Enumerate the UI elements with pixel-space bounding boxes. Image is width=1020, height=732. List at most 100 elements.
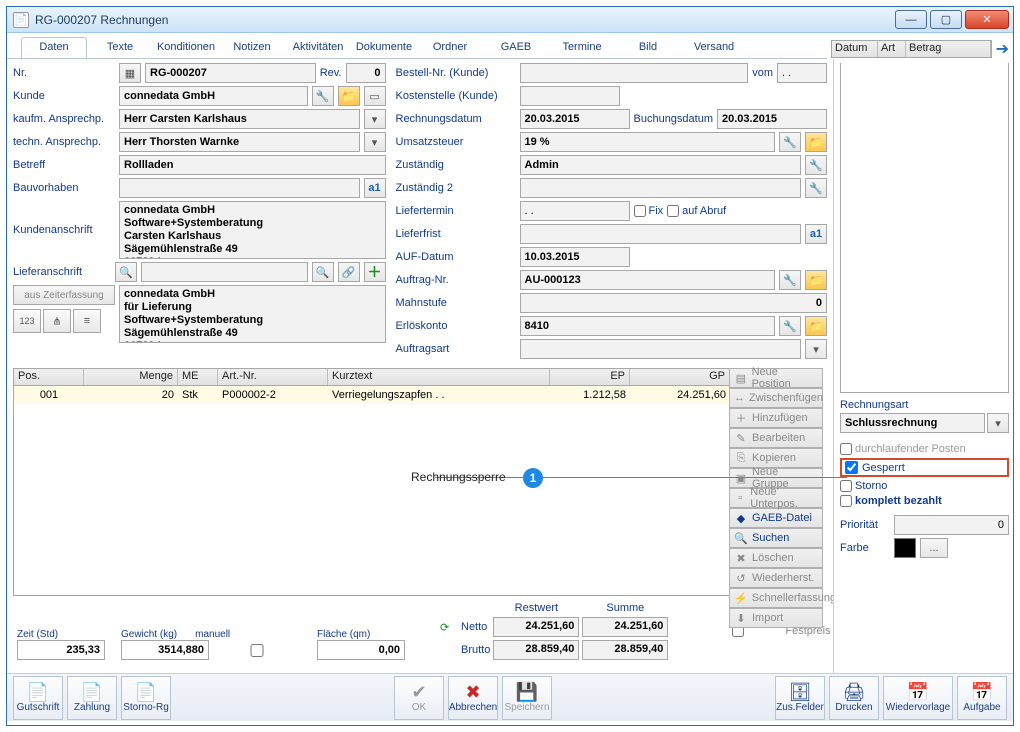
fix-checkbox[interactable] xyxy=(634,205,646,217)
tab-daten[interactable]: Daten xyxy=(21,37,87,58)
umsatzsteuer-field[interactable]: 19 % xyxy=(520,132,776,152)
tab-gaeb[interactable]: GAEB xyxy=(483,37,549,58)
cmd-wiedervorlage[interactable]: 📅Wiedervorlage xyxy=(883,676,953,720)
kunde-field[interactable]: connedata GmbH xyxy=(119,86,308,106)
erloes-folder-icon[interactable]: 📁 xyxy=(805,316,827,336)
zust-wrench-icon[interactable]: 🔧 xyxy=(805,155,827,175)
tab-bild[interactable]: Bild xyxy=(615,37,681,58)
lieferfrist-a1-icon[interactable]: a1 xyxy=(805,224,827,244)
maximize-button[interactable]: ▢ xyxy=(930,10,962,29)
mini-tree-button[interactable]: ⋔ xyxy=(43,309,71,333)
pos-action-hinzuf-gen[interactable]: ＋Hinzufügen xyxy=(729,408,823,428)
auftragsart-field[interactable] xyxy=(520,339,802,359)
aus-zeiterfassung-button[interactable]: aus Zeiterfassung xyxy=(13,285,115,305)
techn-dropdown-icon[interactable]: ▾ xyxy=(364,132,386,152)
kostenstelle-field[interactable] xyxy=(520,86,620,106)
aufabruf-checkbox[interactable] xyxy=(667,205,679,217)
ust-folder-icon[interactable]: 📁 xyxy=(805,132,827,152)
lieferanschrift-zoom-icon[interactable]: 🔍 xyxy=(312,262,334,282)
table-row[interactable]: 00120StkP000002-2Verriegelungszapfen . .… xyxy=(14,386,730,404)
pos-action-bearbeiten[interactable]: ✎Bearbeiten xyxy=(729,428,823,448)
auftragnr-folder-icon[interactable]: 📁 xyxy=(805,270,827,290)
close-button[interactable]: ✕ xyxy=(965,10,1009,29)
auftragsart-dropdown-icon[interactable]: ▾ xyxy=(805,339,827,359)
bauvorhaben-field[interactable] xyxy=(119,178,360,198)
cmd-storno[interactable]: 📄Storno-Rg xyxy=(121,676,171,720)
positions-body[interactable]: 00120StkP000002-2Verriegelungszapfen . .… xyxy=(13,386,731,596)
mini-123-button[interactable]: 123 xyxy=(13,309,41,333)
cmd-abbrechen[interactable]: ✖Abbrechen xyxy=(448,676,498,720)
tab-versand[interactable]: Versand xyxy=(681,37,747,58)
refresh-icon[interactable]: ⟳ xyxy=(440,621,458,634)
pos-action-wiederherst-[interactable]: ↺Wiederherst. xyxy=(729,568,823,588)
cmd-gutschrift[interactable]: 📄Gutschrift xyxy=(13,676,63,720)
cmd-zahlung[interactable]: 📄Zahlung xyxy=(67,676,117,720)
lieferanschrift-link-icon[interactable]: 🔗 xyxy=(338,262,360,282)
lieferanschrift-short-field[interactable] xyxy=(141,262,308,282)
zustaendig2-field[interactable] xyxy=(520,178,802,198)
pos-action-neue-gruppe[interactable]: ▣Neue Gruppe xyxy=(729,468,823,488)
tab-aktivitäten[interactable]: Aktivitäten xyxy=(285,37,351,58)
lieferanschrift-field[interactable] xyxy=(119,285,386,343)
tab-ordner[interactable]: Ordner xyxy=(417,37,483,58)
side-table-body[interactable] xyxy=(840,63,1009,393)
kunde-search-icon[interactable]: 🔧 xyxy=(312,86,334,106)
betreff-field[interactable]: Rollladen xyxy=(119,155,386,175)
rechnungsart-dropdown-icon[interactable]: ▾ xyxy=(987,413,1009,433)
lieferanschrift-add-icon[interactable]: ＋ xyxy=(364,262,386,282)
gesperrt-checkbox[interactable] xyxy=(845,461,858,474)
storno-checkbox[interactable] xyxy=(840,480,852,492)
auftragnr-field[interactable]: AU-000123 xyxy=(520,270,776,290)
cmd-speichern[interactable]: 💾Speichern xyxy=(502,676,552,720)
pos-action-neue-position[interactable]: ▤Neue Position xyxy=(729,368,823,388)
erloes-wrench-icon[interactable]: 🔧 xyxy=(779,316,801,336)
bauvorhaben-a1-icon[interactable]: a1 xyxy=(364,178,386,198)
nr-field[interactable]: RG-000207 xyxy=(145,63,316,83)
pos-action-kopieren[interactable]: ⎘Kopieren xyxy=(729,448,823,468)
tab-termine[interactable]: Termine xyxy=(549,37,615,58)
cmd-zusfelder[interactable]: 🗄Zus.Felder xyxy=(775,676,825,720)
manuell-checkbox[interactable] xyxy=(213,644,301,657)
auftragnr-wrench-icon[interactable]: 🔧 xyxy=(779,270,801,290)
techn-field[interactable]: Herr Thorsten Warnke xyxy=(119,132,360,152)
pos-action-zwischenf-gen[interactable]: ↔Zwischenfügen xyxy=(729,388,823,408)
liefertermin-field[interactable]: . . xyxy=(520,201,630,221)
vom-field[interactable]: . . xyxy=(777,63,827,83)
farbe-swatch[interactable] xyxy=(894,538,916,558)
zust2-wrench-icon[interactable]: 🔧 xyxy=(805,178,827,198)
aufdatum-field[interactable]: 10.03.2015 xyxy=(520,247,630,267)
mini-list-button[interactable]: ≡ xyxy=(73,309,101,333)
pos-action-import[interactable]: ⬇Import xyxy=(729,608,823,628)
buchungsdatum-field[interactable]: 20.03.2015 xyxy=(717,109,827,129)
gewicht-field[interactable] xyxy=(121,640,209,660)
kunde-folder-icon[interactable]: 📁 xyxy=(338,86,360,106)
tab-konditionen[interactable]: Konditionen xyxy=(153,37,219,58)
tab-dokumente[interactable]: Dokumente xyxy=(351,37,417,58)
pos-action-suchen[interactable]: 🔍Suchen xyxy=(729,528,823,548)
rechnungsart-field[interactable]: Schlussrechnung xyxy=(840,413,985,433)
lieferfrist-field[interactable] xyxy=(520,224,802,244)
pos-action-gaeb-datei[interactable]: ◆GAEB-Datei xyxy=(729,508,823,528)
rev-field[interactable]: 0 xyxy=(346,63,386,83)
lieferanschrift-search-icon[interactable]: 🔍 xyxy=(115,262,137,282)
ust-wrench-icon[interactable]: 🔧 xyxy=(779,132,801,152)
prioritaet-field[interactable]: 0 xyxy=(894,515,1009,535)
tab-texte[interactable]: Texte xyxy=(87,37,153,58)
minimize-button[interactable]: — xyxy=(895,10,927,29)
pos-action-neue-unterpos-[interactable]: ▫Neue Unterpos. xyxy=(729,488,823,508)
komplett-checkbox[interactable] xyxy=(840,495,852,507)
rechnungsdatum-field[interactable]: 20.03.2015 xyxy=(520,109,630,129)
erloeskonto-field[interactable]: 8410 xyxy=(520,316,776,336)
flaeche-field[interactable] xyxy=(317,640,405,660)
mahnstufe-field[interactable]: 0 xyxy=(520,293,828,313)
kundenanschrift-field[interactable] xyxy=(119,201,386,259)
zeit-field[interactable] xyxy=(17,640,105,660)
durchlaufender-checkbox[interactable] xyxy=(840,443,852,455)
cmd-drucken[interactable]: 🖨Drucken xyxy=(829,676,879,720)
kaufm-field[interactable]: Herr Carsten Karlshaus xyxy=(119,109,360,129)
cmd-aufgabe[interactable]: 📅Aufgabe xyxy=(957,676,1007,720)
farbe-pick-button[interactable]: ... xyxy=(920,538,948,558)
pos-action-l-schen[interactable]: ✖Löschen xyxy=(729,548,823,568)
kunde-card-icon[interactable]: ▭ xyxy=(364,86,386,106)
zustaendig-field[interactable]: Admin xyxy=(520,155,802,175)
